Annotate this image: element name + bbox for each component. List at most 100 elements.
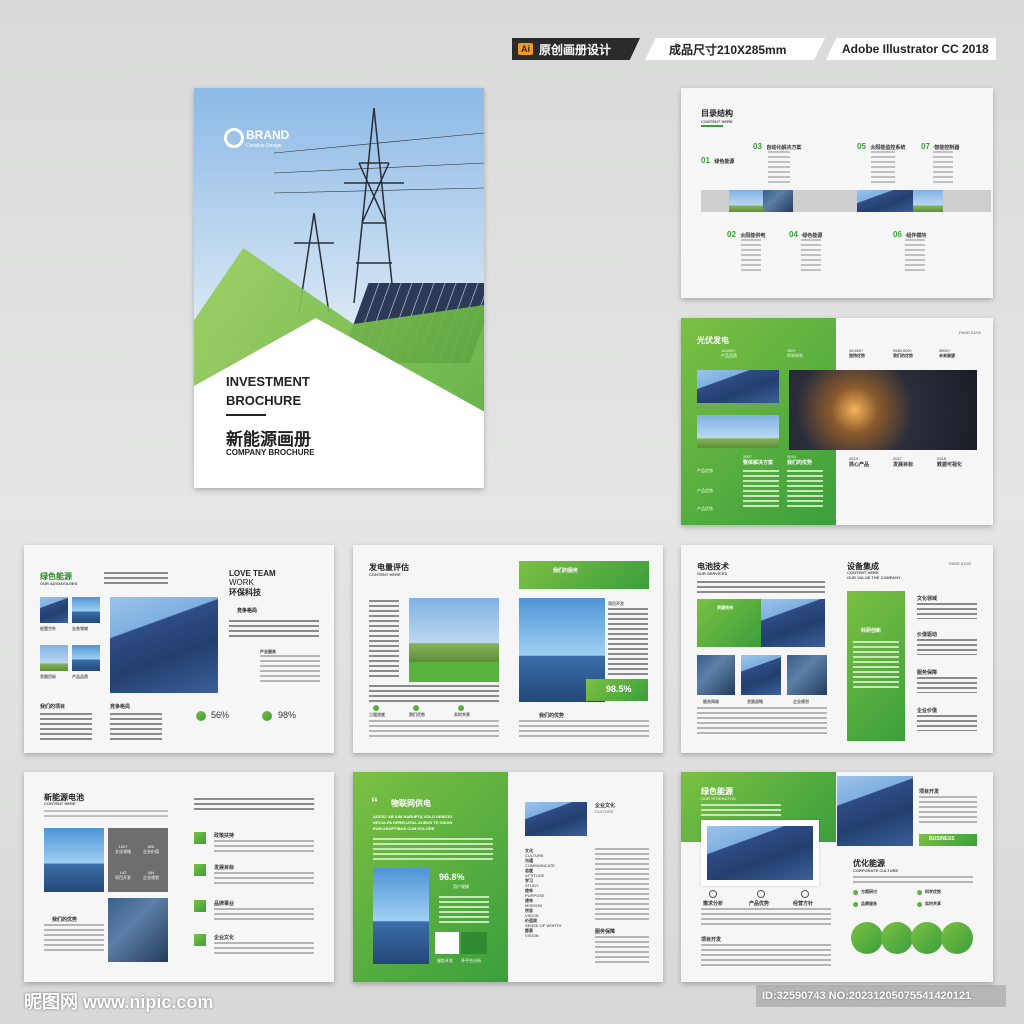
pw-banner-label: 我们的服务 [553, 568, 579, 574]
ge-lines [40, 713, 92, 743]
st-cell-label: 企业价值 [143, 849, 159, 854]
ge-lines [110, 713, 162, 743]
ge-icon-2 [262, 711, 272, 721]
ge-photo-1 [40, 597, 68, 623]
st-cell-label: 企业规划 [143, 875, 159, 880]
bt-white-lines [853, 641, 899, 691]
tag-label: 原创画册设计 [539, 42, 612, 57]
ge-label-3: 发展目标 [40, 674, 56, 679]
toc-num: 01 [701, 156, 710, 165]
pv-year-1: 2007 整体解决方案 [743, 454, 773, 466]
battery-spread: 电池技术 OUR SERVICES 资源扶持 服务网络 发展战略 企业规划 设备… [681, 545, 993, 753]
iot-latin-2: NECULPA DERECATAL AUBUS TE OSION [373, 820, 453, 825]
ge-lines [260, 655, 320, 685]
ge-lines [104, 572, 168, 587]
bt-lines [917, 639, 977, 655]
watermark-left: 昵图网 www.nipic.com [24, 992, 214, 1012]
toc-text-lines [905, 234, 925, 272]
fn-bullet-label-3: 品牌服务 [861, 901, 877, 906]
pw-lines [369, 600, 399, 680]
bt-right-2: 价值驱动 [917, 632, 938, 638]
pw-lines [519, 720, 649, 740]
pv-lines [697, 406, 779, 412]
st-lines [214, 840, 314, 852]
software-tag: Ai 原创画册设计 [512, 38, 640, 60]
ge-label-2: 业务领域 [72, 626, 88, 631]
fn-label-2: 产品优势 [749, 901, 770, 907]
pw-label-1: 工程进度 [369, 712, 385, 717]
cover-cn-title: 新能源画册 [226, 430, 311, 449]
st-square-3 [194, 900, 206, 912]
pv-photo-1 [697, 370, 779, 403]
pv-side-1: 产品优势 [697, 468, 713, 473]
st-photo-2 [108, 898, 168, 962]
st-cell-3: 147 项目开发 [110, 870, 136, 881]
st-square-2 [194, 864, 206, 876]
st-lines [214, 908, 314, 920]
pv-chip-photo [789, 370, 977, 450]
fn-bullet-label-4: 实时共享 [925, 901, 941, 906]
ge-icon-1 [196, 711, 206, 721]
cover-subtitle: COMPANY BROCHURE [226, 448, 315, 457]
st-right-2: 发展目标 [214, 865, 235, 871]
fn-icon-1 [709, 890, 717, 898]
fn-project: 项目开发 [919, 789, 940, 795]
ge-label-1: 经营方针 [40, 626, 56, 631]
pw-icon-1 [373, 705, 379, 711]
fn-photo [707, 826, 813, 880]
pw-green-strip [409, 662, 499, 682]
pw-photo [409, 598, 499, 662]
bt-lines [917, 677, 977, 693]
st-right-3: 品牌事业 [214, 901, 235, 907]
fn-bullet-1 [853, 890, 858, 895]
final-spread: 绿色能源 OUR STRENGTHS 需求分析 产品优势 经营方针 项目开发 项… [681, 772, 993, 982]
pv-year-label: 数据可视化 [937, 462, 963, 468]
fn-bullet-label-2: 科学优势 [925, 889, 941, 894]
st-lines [214, 872, 314, 884]
pw-lines [608, 608, 648, 678]
bt-photo-1 [761, 599, 825, 647]
pw-icon-2 [413, 705, 419, 711]
bt-photo-3 [741, 655, 781, 695]
iot-lines [373, 838, 493, 860]
pw-bottom: 我们的优势 [539, 713, 565, 719]
toc-item-01[interactable]: 01 绿色能源 [701, 150, 734, 168]
pv-stat-label: 我们的优势 [893, 353, 913, 358]
bt-box-label: 资源扶持 [717, 605, 733, 610]
toc-num: 06 [893, 230, 902, 239]
fn-icon-2 [757, 890, 765, 898]
fn-label-3: 经营方针 [793, 901, 814, 907]
iot-latin-3: EUM ARUPTIBUS CUM VOLORE [373, 826, 435, 831]
fn-business: BUSINESS [929, 836, 955, 842]
watermark-right: ID:32590743 NO:20231205075541420121 [762, 990, 972, 1002]
toc-text-lines [741, 234, 761, 272]
pv-stat-3: 45,800+ 独特优势 [849, 348, 865, 359]
pv-spread: 光伏发电 16,800+ 产品品质 150+ 科学研究 2007 整体解决方案 … [681, 318, 993, 525]
fn-circle-4 [941, 922, 973, 954]
toc-title: 目录结构 [701, 109, 733, 118]
iot-title: 物联网供电 [391, 799, 431, 808]
brochure-cover: BRAND Creative Design INVESTMENT BROCHUR… [194, 88, 484, 488]
fn-bottom: 项目开发 [701, 937, 722, 943]
pw-lines [369, 720, 499, 740]
bt-photo-4 [787, 655, 827, 695]
iot-icon-box-1 [435, 932, 459, 954]
st-lines [44, 810, 168, 820]
toc-sub: CONTENT HERE [701, 119, 733, 124]
size-tag: 成品尺寸210X285mm [645, 38, 825, 60]
pv-photo-2 [697, 415, 779, 448]
fn-lines [701, 944, 831, 968]
brand-sub: Creative Design [246, 143, 282, 149]
iot-word-list: 文化 CULTURE 沟通 COMMUNICATE 态度 ATTITUDE 学习… [525, 848, 561, 938]
pv-side-3: 产品优势 [697, 506, 713, 511]
pv-year-label: 我们的优势 [787, 460, 813, 466]
green-energy-spread: 绿色能源 OUR ADVANTAGES 经营方针 业务领域 发展目标 产品品质 … [24, 545, 334, 753]
fn-lines [701, 908, 831, 928]
toc-photo-2 [763, 190, 793, 212]
pw-label-2: 我们优势 [409, 712, 425, 717]
pw-side-label: 项目开发 [608, 601, 624, 606]
iot-latin-1: ADITAT AB IUM HARUPTA VOLO DEBITIO [373, 814, 453, 819]
st-square-1 [194, 832, 206, 844]
toc-photo-3 [857, 190, 915, 212]
iot-pct-sub: 用户规模 [453, 884, 469, 889]
